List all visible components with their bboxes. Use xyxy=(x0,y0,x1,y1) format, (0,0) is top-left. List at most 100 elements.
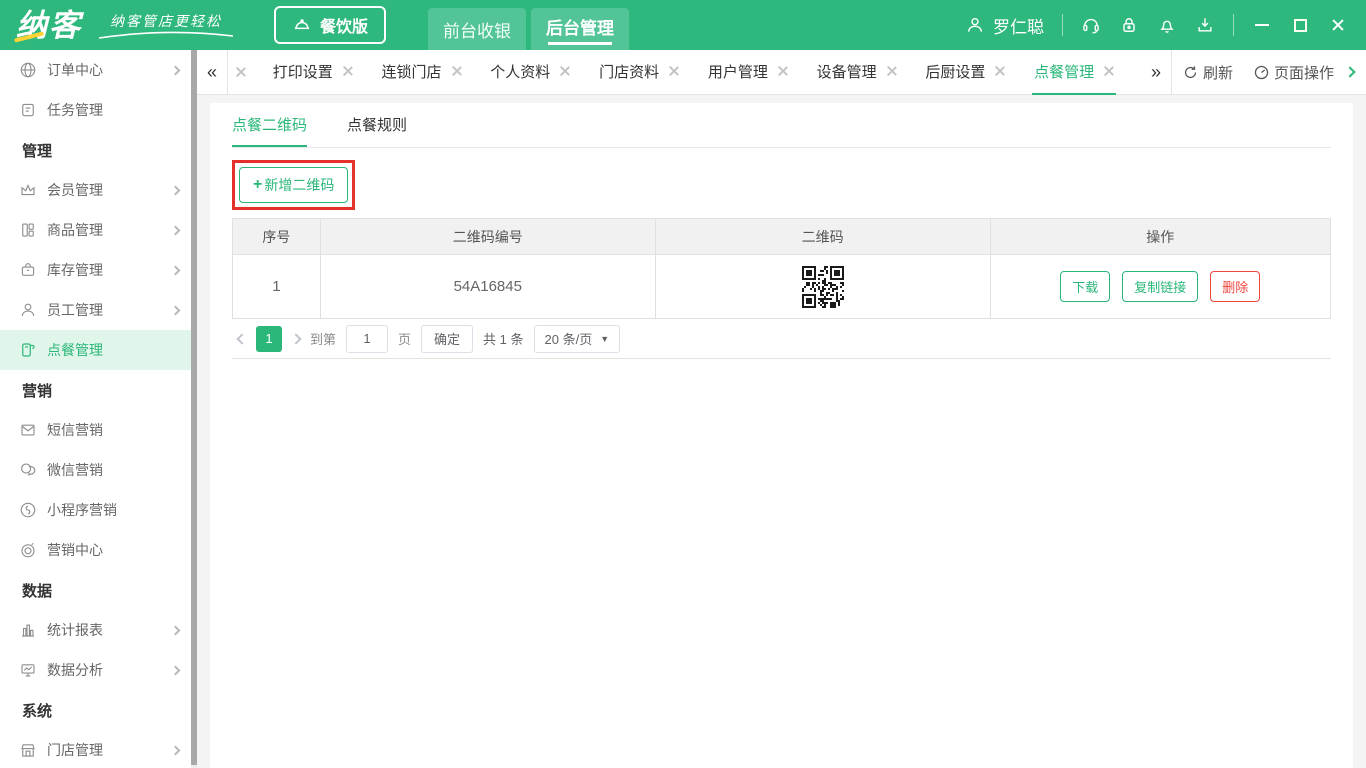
copy-link-button[interactable]: 复制链接 xyxy=(1122,271,1198,302)
mode-switch-tabs: 前台收银 后台管理 xyxy=(428,8,629,50)
miniprogram-icon xyxy=(18,500,38,520)
globe-icon xyxy=(18,60,38,80)
goto-page-input[interactable] xyxy=(346,325,388,353)
tab-ordering-rules[interactable]: 点餐规则 xyxy=(347,103,407,147)
titlebar-right-cluster: 罗仁聪 xyxy=(965,13,1348,38)
tab-close-icon[interactable] xyxy=(887,66,897,76)
download-button[interactable]: 下载 xyxy=(1060,271,1110,302)
sidebar-item-miniprogram-marketing[interactable]: 小程序营销 xyxy=(0,490,197,530)
user-account[interactable]: 罗仁聪 xyxy=(965,13,1044,38)
task-icon xyxy=(18,100,38,120)
pagination-bar: 1 到第 页 确定 共 1 条 20 条/页 ▼ xyxy=(232,319,1331,359)
column-header-actions: 操作 xyxy=(990,219,1330,255)
sidebar-item-store-manage[interactable]: 门店管理 xyxy=(0,730,197,768)
tab-close-icon[interactable] xyxy=(343,66,353,76)
table-header-row: 序号 二维码编号 二维码 操作 xyxy=(233,219,1331,255)
page-tab-store-info[interactable]: 门店资料 xyxy=(597,50,681,95)
scroll-tabs-right-icon[interactable]: » xyxy=(1141,62,1171,83)
tab-close-icon[interactable] xyxy=(669,66,679,76)
sidebar-item-order-center[interactable]: 订单中心 xyxy=(0,50,197,90)
sms-icon xyxy=(18,420,38,440)
page-tab-profile[interactable]: 个人资料 xyxy=(488,50,572,95)
user-icon xyxy=(965,15,985,35)
cloche-icon xyxy=(292,15,312,35)
chevron-right-icon xyxy=(171,305,181,315)
page-tab-user-manage[interactable]: 用户管理 xyxy=(706,50,790,95)
sidebar-section-marketing: 营销 xyxy=(0,370,197,410)
scroll-tabs-left-icon[interactable]: « xyxy=(197,62,227,83)
qr-code-image xyxy=(802,266,844,308)
brand-logo: 纳客 xyxy=(16,10,82,41)
divider xyxy=(1233,14,1234,36)
crown-icon xyxy=(18,180,38,200)
sidebar-item-wechat-marketing[interactable]: 微信营销 xyxy=(0,450,197,490)
column-header-index: 序号 xyxy=(233,219,321,255)
refresh-button[interactable]: 刷新 xyxy=(1172,62,1243,83)
page-tab-kitchen-settings[interactable]: 后厨设置 xyxy=(923,50,1007,95)
tab-close-icon[interactable] xyxy=(560,66,570,76)
wechat-icon xyxy=(18,460,38,480)
tab-backend-manage[interactable]: 后台管理 xyxy=(531,8,629,50)
column-header-code: 二维码编号 xyxy=(320,219,655,255)
add-qrcode-button[interactable]: + 新增二维码 xyxy=(239,167,348,203)
main-content: 点餐二维码 点餐规则 + 新增二维码 序号 二维码编号 二维码 xyxy=(197,95,1366,768)
sidebar-section-data: 数据 xyxy=(0,570,197,610)
cell-actions: 下载 复制链接 删除 xyxy=(990,255,1330,319)
sidebar-item-member-manage[interactable]: 会员管理 xyxy=(0,170,197,210)
report-icon xyxy=(18,620,38,640)
headset-support-icon[interactable] xyxy=(1081,15,1101,35)
delete-button[interactable]: 删除 xyxy=(1210,271,1260,302)
opened-pages-tabbar: « 打印设置 连锁门店 个人资料 门店资料 用户管理 设备管理 后厨设置 xyxy=(197,50,1366,95)
tab-close-icon[interactable] xyxy=(452,66,462,76)
chevron-right-icon[interactable] xyxy=(1344,66,1355,77)
minimize-button[interactable] xyxy=(1252,15,1272,35)
maximize-button[interactable] xyxy=(1290,15,1310,35)
brand-slogan: 纳客管店更轻松 xyxy=(96,11,236,40)
current-page-button[interactable]: 1 xyxy=(256,326,282,352)
tab-ordering-qrcode[interactable]: 点餐二维码 xyxy=(232,103,307,147)
total-count-label: 共 1 条 xyxy=(483,329,523,348)
tab-close-icon[interactable] xyxy=(995,66,1005,76)
close-button[interactable] xyxy=(1328,15,1348,35)
sidebar-item-goods-manage[interactable]: 商品管理 xyxy=(0,210,197,250)
sidebar-item-ordering-manage[interactable]: 点餐管理 xyxy=(0,330,197,370)
page-operations-button[interactable]: 页面操作 xyxy=(1243,62,1344,83)
sidebar-menu: 订单中心 任务管理 管理 会员管理 商品管理 xyxy=(0,50,197,768)
page-tab-chain-stores[interactable]: 连锁门店 xyxy=(380,50,464,95)
lock-icon[interactable] xyxy=(1119,15,1139,35)
sidebar-item-task-manage[interactable]: 任务管理 xyxy=(0,90,197,130)
sidebar-item-inventory-manage[interactable]: 库存管理 xyxy=(0,250,197,290)
prev-page-icon[interactable] xyxy=(236,333,247,344)
sidebar-item-marketing-center[interactable]: 营销中心 xyxy=(0,530,197,570)
analysis-icon xyxy=(18,660,38,680)
sidebar-item-sms-marketing[interactable]: 短信营销 xyxy=(0,410,197,450)
bell-notifications-icon[interactable] xyxy=(1157,15,1177,35)
tabbar-tools: 刷新 页面操作 xyxy=(1172,50,1366,95)
page-tab-print-settings[interactable]: 打印设置 xyxy=(271,50,355,95)
ordering-icon xyxy=(18,340,38,360)
tab-close-icon[interactable] xyxy=(1104,66,1114,76)
sidebar-item-staff-manage[interactable]: 员工管理 xyxy=(0,290,197,330)
edition-button[interactable]: 餐饮版 xyxy=(274,6,386,44)
sidebar-item-data-analysis[interactable]: 数据分析 xyxy=(0,650,197,690)
title-bar: 纳客 纳客管店更轻松 餐饮版 前台收银 后台管理 xyxy=(0,0,1366,50)
page-tab-ordering-manage[interactable]: 点餐管理 xyxy=(1032,50,1116,95)
next-page-icon[interactable] xyxy=(290,333,301,344)
table-row: 1 54A16845 下载 复制链接 删除 xyxy=(233,255,1331,319)
tab-close-icon[interactable] xyxy=(236,67,246,77)
goto-suffix-label: 页 xyxy=(398,329,411,348)
page-tabs: 打印设置 连锁门店 个人资料 门店资料 用户管理 设备管理 后厨设置 点餐管理 xyxy=(246,50,1141,95)
store-icon xyxy=(18,740,38,760)
confirm-page-button[interactable]: 确定 xyxy=(421,325,473,353)
sidebar-item-stats-report[interactable]: 统计报表 xyxy=(0,610,197,650)
page-size-select[interactable]: 20 条/页 ▼ xyxy=(534,325,621,353)
divider xyxy=(227,50,228,95)
content-card: 点餐二维码 点餐规则 + 新增二维码 序号 二维码编号 二维码 xyxy=(210,103,1353,768)
page-tab-device-manage[interactable]: 设备管理 xyxy=(815,50,899,95)
goods-icon xyxy=(18,220,38,240)
toolbar: + 新增二维码 xyxy=(232,160,1331,210)
tab-close-icon[interactable] xyxy=(778,66,788,76)
download-update-icon[interactable] xyxy=(1195,15,1215,35)
chevron-right-icon xyxy=(171,665,181,675)
tab-front-cashier[interactable]: 前台收银 xyxy=(428,8,526,50)
